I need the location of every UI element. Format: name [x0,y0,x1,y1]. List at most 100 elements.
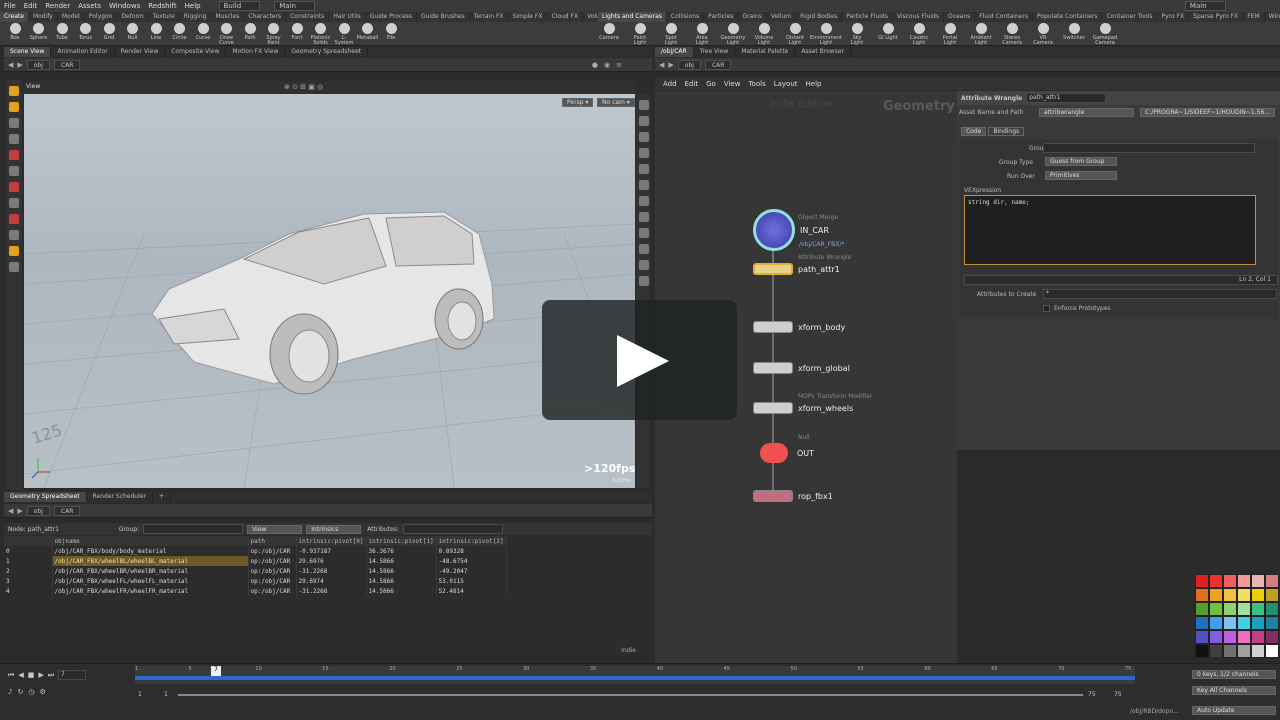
tab-pyro-fx[interactable]: Pyro FX [1157,12,1190,22]
column-header[interactable]: path [248,536,297,546]
palette-swatch[interactable] [1209,574,1223,588]
menu-windows[interactable]: Windows [105,2,144,10]
menu-edit[interactable]: Edit [20,2,42,10]
intrinsics-dropdown[interactable]: Intrinsics [306,524,362,534]
table-row[interactable]: 3/obj/CAR_FBX/wheelFL/wheelFL_material op… [4,576,507,586]
tool-distant-light[interactable]: Distant Light [784,23,806,46]
tool-metaball[interactable]: Metaball [357,23,379,41]
tab-code[interactable]: Code [961,126,987,136]
tab-asset-browser[interactable]: Asset Browser [795,47,851,57]
tab-texture[interactable]: Texture [149,12,180,22]
path-crumb-obj[interactable]: obj [26,59,50,70]
persp-dropdown[interactable]: Persp ▾ [562,98,594,107]
tab-hair-utils[interactable]: Hair Utils [329,12,366,22]
palette-swatch[interactable] [1195,602,1209,616]
range-end[interactable]: 75 [1088,691,1096,698]
network-menu-add[interactable]: Add [663,80,677,88]
palette-swatch[interactable] [1237,644,1251,658]
tab-composite-view[interactable]: Composite View [165,47,227,57]
node-in-car[interactable]: IN_CAR Object Merge /obj/CAR_FBX/* [753,209,844,251]
node-name-field[interactable]: path_attr1 [1026,93,1107,103]
menu-render[interactable]: Render [41,2,74,10]
tab-rigging[interactable]: Rigging [180,12,212,22]
snap-tool-icon[interactable] [9,214,19,224]
stop-icon[interactable]: ■ [28,671,35,679]
tab-bindings[interactable]: Bindings [988,126,1025,136]
lighting-icon[interactable] [639,180,649,190]
path-crumb-car[interactable]: CAR [53,505,81,516]
ghost-icon[interactable] [639,276,649,286]
tool-line[interactable]: Line [145,23,167,41]
tool-sky-light[interactable]: Sky Light [846,23,868,46]
path-crumb-obj[interactable]: obj [677,59,701,70]
table-row[interactable]: 0/obj/CAR_FBX/body/body_material op:/obj/… [4,546,507,556]
tab-modify[interactable]: Modify [29,12,58,22]
tab-guide-brushes[interactable]: Guide Brushes [417,12,470,22]
node-xform-body[interactable]: xform_body [753,321,845,333]
path-crumb-car[interactable]: CAR [53,59,81,70]
scale-tool-icon[interactable] [9,134,19,144]
handle-tool-icon[interactable] [9,150,19,160]
play-icon[interactable]: ▶ [38,671,43,679]
palette-swatch[interactable] [1237,616,1251,630]
tool-vr-camera[interactable]: VR Camera [1032,23,1054,46]
palette-swatch[interactable] [1265,574,1279,588]
tool-point-light[interactable]: Point Light [629,23,651,46]
pose-tool-icon[interactable] [9,166,19,176]
palette-swatch[interactable] [1265,602,1279,616]
right-desktop-dropdown[interactable]: Main [1184,1,1226,11]
tool-camera[interactable]: Camera [598,23,620,41]
tool-portal-light[interactable]: Portal Light [939,23,961,46]
tab-volume[interactable]: Volume [583,12,598,22]
node-xform-global[interactable]: xform_global [753,362,850,374]
palette-swatch[interactable] [1251,630,1265,644]
asset-name-dropdown[interactable]: attribwrangle [1039,107,1134,117]
car-model[interactable] [151,211,495,395]
tool-circle[interactable]: Circle [169,23,191,41]
add-tab-button[interactable]: + [153,492,171,502]
palette-swatch[interactable] [1223,588,1237,602]
tab-render-scheduler[interactable]: Render Scheduler [87,492,153,502]
shadows-icon[interactable] [639,196,649,206]
view-tool-icon[interactable] [9,198,19,208]
normals-icon[interactable] [639,164,649,174]
tool-ambient-light[interactable]: Ambient Light [970,23,992,46]
prev-frame-icon[interactable]: ◀ [18,671,23,679]
build-dropdown[interactable]: Build [218,1,261,11]
magnet-tool-icon[interactable] [9,182,19,192]
palette-swatch[interactable] [1265,630,1279,644]
network-menu-edit[interactable]: Edit [685,80,699,88]
group-field[interactable] [143,524,244,534]
tab-fluid-containers[interactable]: Fluid Containers [975,12,1034,22]
current-frame-field[interactable]: 7 [58,670,87,680]
first-frame-icon[interactable]: ⏮ [8,671,14,680]
display-options-icon[interactable] [639,100,649,110]
palette-swatch[interactable] [1251,574,1265,588]
tab--obj-car[interactable]: /obj/CAR [655,47,694,57]
playhead[interactable]: 7 [211,666,221,676]
rotate-tool-icon[interactable] [9,118,19,128]
guides-icon[interactable] [639,260,649,270]
tool-gi-light[interactable]: GI Light [877,23,899,41]
tab-geometry-spreadsheet[interactable]: Geometry Spreadsheet [4,492,87,502]
tool-stereo-camera[interactable]: Stereo Camera [1001,23,1023,46]
tab-rigid-bodies[interactable]: Rigid Bodies [796,12,843,22]
grid-icon[interactable] [639,244,649,254]
network-menu-go[interactable]: Go [706,80,716,88]
tool-volume-light[interactable]: Volume Light [753,23,775,46]
menu-file[interactable]: File [0,2,20,10]
network-menu-layout[interactable]: Layout [774,80,798,88]
tool-tube[interactable]: Tube [51,23,73,41]
tool-draw-curve[interactable]: Draw Curve [216,23,238,46]
forward-arrow-icon[interactable]: ▶ [17,507,22,515]
desktop-dropdown[interactable]: Main [274,1,315,11]
tab-collisions[interactable]: Collisions [667,12,705,22]
transform-tool-icon[interactable] [9,102,19,112]
loop-icon[interactable]: ↻ [17,688,23,696]
tab-viscous-fluids[interactable]: Viscous Fluids [893,12,944,22]
shaded-icon[interactable] [639,132,649,142]
vex-editor[interactable]: string dir, name; [964,195,1256,265]
tool-switcher[interactable]: Switcher [1063,23,1085,41]
palette-swatch[interactable] [1209,588,1223,602]
key-all-channels-dropdown[interactable]: Key All Channels [1192,686,1276,695]
